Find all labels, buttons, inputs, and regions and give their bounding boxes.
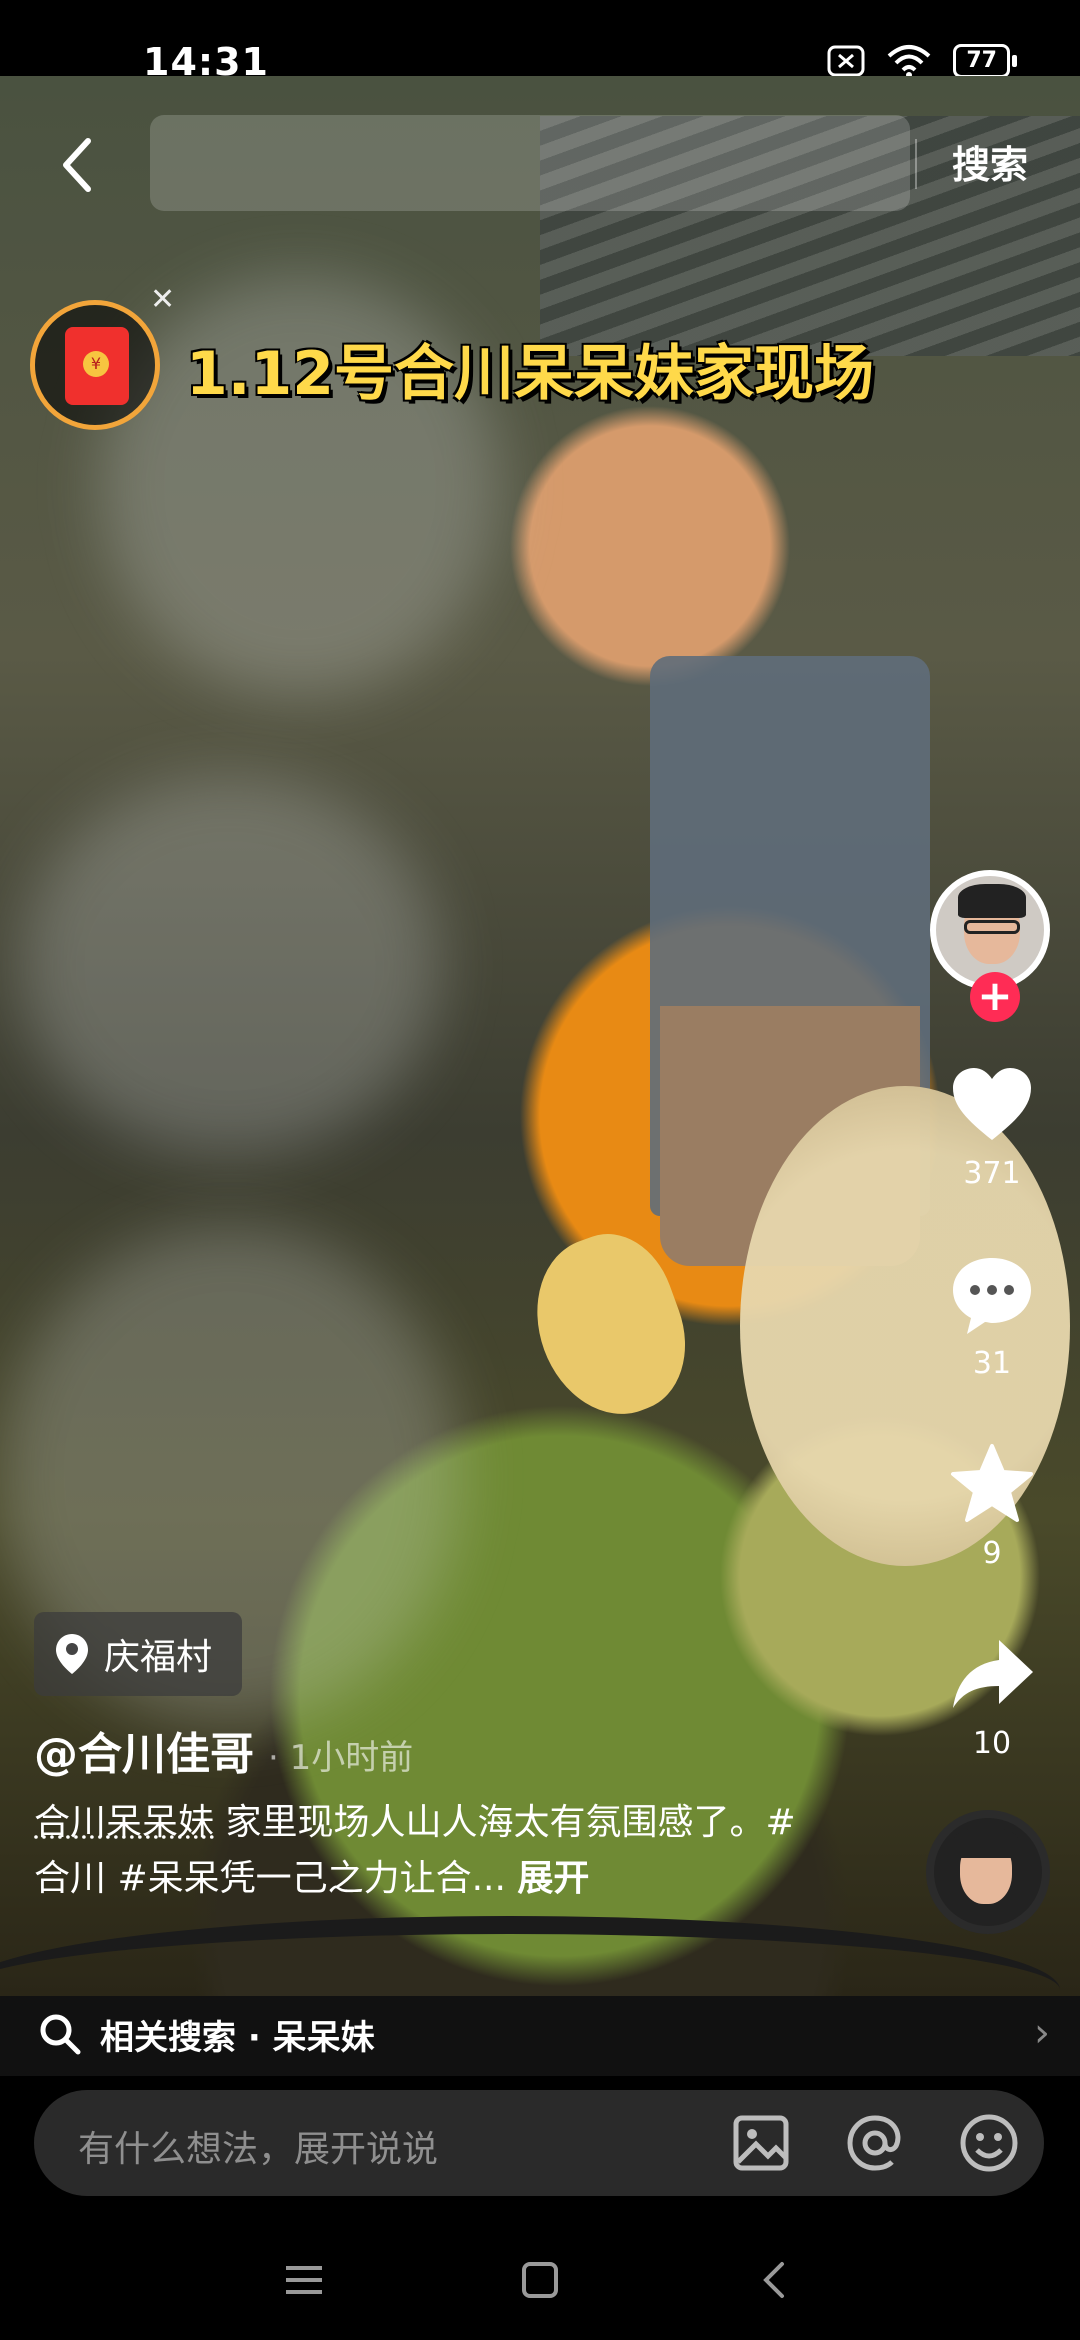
menu-icon[interactable] (280, 2256, 328, 2304)
mention-link[interactable]: 合川呆呆妹 (34, 1802, 214, 1843)
disc-hair (954, 1828, 1018, 1858)
like-count: 371 (963, 1156, 1021, 1191)
related-search-label: 相关搜索 · 呆呆妹 (100, 2018, 375, 2058)
battery-level: 77 (966, 48, 997, 73)
status-bar: 14:31 77 (0, 0, 1080, 84)
comment-button[interactable]: 31 (922, 1250, 1062, 1381)
favorite-button[interactable]: 9 (922, 1440, 1062, 1571)
image-icon[interactable] (728, 2110, 794, 2176)
red-packet-icon: ¥ (65, 327, 129, 405)
chevron-right-icon: › (1034, 2010, 1050, 2056)
search-input[interactable] (150, 115, 910, 211)
video-caption: 1.12号合川呆呆妹家现场 (186, 339, 875, 409)
author-line: @合川佳哥 · 1小时前 (34, 1718, 413, 1782)
emoji-icon[interactable] (956, 2110, 1022, 2176)
post-description: 合川呆呆妹 家里现场人山人海太有氛围感了。#合川 #呆呆凭一己之力让合... 展… (34, 1795, 804, 1907)
close-icon[interactable]: ✕ (150, 282, 175, 317)
follow-button[interactable]: + (970, 972, 1020, 1022)
top-bar: 搜索 (0, 115, 1080, 215)
search-button[interactable]: 搜索 (930, 135, 1050, 195)
related-search-bar[interactable]: 相关搜索 · 呆呆妹 › (0, 1996, 1080, 2076)
battery-icon: 77 (953, 44, 1017, 78)
location-label: 庆福村 (104, 1637, 213, 1678)
heart-icon (953, 1068, 1031, 1140)
notification-off-icon (827, 45, 865, 77)
location-chip[interactable]: 庆福村 (34, 1612, 243, 1696)
comment-input[interactable]: 有什么想法，展开说说 (78, 2120, 438, 2172)
expand-button[interactable]: 展开 (517, 1858, 589, 1899)
red-packet-widget[interactable]: ¥ (30, 300, 160, 430)
star-icon (951, 1444, 1033, 1522)
share-count: 10 (972, 1726, 1012, 1761)
wifi-icon (888, 45, 931, 78)
comment-count: 31 (972, 1346, 1012, 1381)
avatar-glasses (964, 920, 1020, 934)
avatar-hair (958, 884, 1026, 918)
share-arrow-icon (953, 1640, 1033, 1708)
comment-icon (953, 1258, 1031, 1334)
like-button[interactable]: 371 (922, 1060, 1062, 1191)
music-disc[interactable] (926, 1810, 1050, 1934)
status-icons: 77 (827, 44, 1017, 78)
back-icon[interactable] (50, 135, 110, 195)
wok-rim (0, 1916, 1060, 1996)
post-time: · 1小时前 (268, 1738, 414, 1778)
coin-icon: ¥ (83, 351, 109, 377)
home-icon[interactable] (516, 2256, 564, 2304)
comment-bar: 有什么想法，展开说说 (34, 2090, 1044, 2196)
nav-back-icon[interactable] (752, 2256, 800, 2304)
search-divider (915, 139, 917, 189)
location-pin-icon (56, 1634, 88, 1674)
share-button[interactable]: 10 (922, 1630, 1062, 1761)
system-nav-bar (0, 2220, 1080, 2340)
mention-icon[interactable] (842, 2110, 908, 2176)
author-name[interactable]: @合川佳哥 (34, 1718, 254, 1782)
favorite-count: 9 (982, 1536, 1002, 1571)
steam-cloud (20, 776, 440, 1156)
search-icon (40, 2014, 81, 2055)
